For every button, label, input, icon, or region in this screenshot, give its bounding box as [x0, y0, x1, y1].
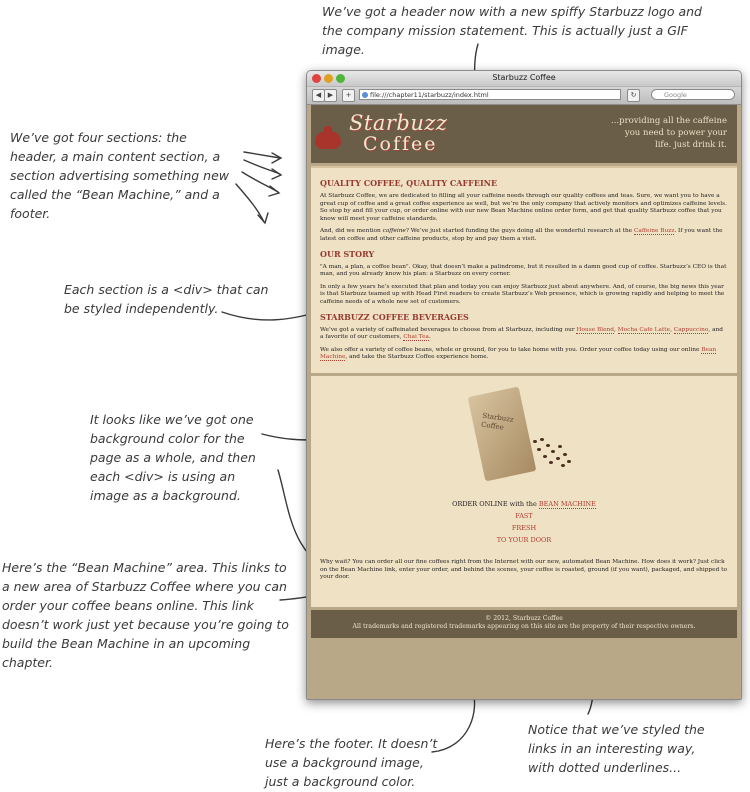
main-content-section: QUALITY COFFEE, QUALITY CAFFEINE At Star…	[311, 166, 737, 373]
reload-icon[interactable]: ↻	[627, 89, 640, 102]
forward-icon[interactable]: ▶	[324, 89, 337, 102]
fast-text: FAST	[515, 511, 533, 520]
search-placeholder: Google	[664, 91, 687, 99]
add-bookmark-icon[interactable]: +	[342, 89, 355, 102]
heading-beverages: STARBUZZ COFFEE BEVERAGES	[320, 311, 469, 322]
heading-story: OUR STORY	[320, 248, 375, 259]
coffee-bag-image: Starbuzz Coffee	[467, 386, 537, 482]
mission-line1: ...providing all the caffeine	[611, 116, 727, 126]
search-field[interactable]: Google	[651, 89, 735, 100]
bean-machine-order-link[interactable]: BEAN MACHINE	[538, 499, 596, 509]
mocha-link[interactable]: Mocha Cafe Latte	[617, 326, 671, 334]
paragraph-intro: At Starbuzz Coffee, we are dedicated to …	[320, 193, 727, 222]
browser-toolbar: ◀ ▶ + file:///chapter11/starbuzz/index.h…	[307, 87, 741, 105]
paragraph-story1: "A man, a plan, a coffee bean". Okay, th…	[320, 263, 727, 278]
window-title: Starbuzz Coffee	[492, 73, 556, 82]
coffee-bag-label: Starbuzz Coffee	[480, 411, 515, 432]
order-online-text: ORDER ONLINE with the BEAN MACHINE	[452, 499, 596, 509]
annotation-header: We’ve got a header now with a new spiffy…	[322, 4, 702, 57]
page-viewport: Starbuzz Coffee ...providing all the caf…	[307, 105, 741, 699]
paragraph-caffeine: And, did we mention caffeine? We’ve just…	[320, 228, 723, 242]
logo-line2: Coffee	[363, 133, 438, 155]
footer-section: © 2012, Starbuzz Coffee All trademarks a…	[311, 609, 737, 638]
house-blend-link[interactable]: House Blend	[576, 326, 614, 334]
address-bar[interactable]: file:///chapter11/starbuzz/index.html	[359, 89, 621, 100]
paragraph-beverages: We’ve got a variety of caffeinated bever…	[320, 326, 723, 342]
footer-copyright: © 2012, Starbuzz Coffee	[485, 614, 563, 622]
title-bar: Starbuzz Coffee	[307, 71, 741, 87]
paragraph-beans: We also offer a variety of coffee beans,…	[320, 346, 717, 362]
chai-tea-link[interactable]: Chai Tea	[403, 334, 429, 342]
annotation-bean-area: Here’s the “Bean Machine” area. This lin…	[2, 560, 289, 670]
footer-trademarks: All trademarks and registered trademarks…	[352, 623, 696, 631]
starbuzz-page: Starbuzz Coffee ...providing all the caf…	[311, 105, 737, 638]
paragraph-story2: In only a few years he’s executed that p…	[320, 283, 725, 305]
browser-window: Starbuzz Coffee ◀ ▶ + file:///chapter11/…	[306, 70, 742, 700]
annotation-links: Notice that we’ve styled the links in an…	[528, 722, 705, 775]
logo-line1: Starbuzz	[349, 111, 448, 135]
annotation-sections: We’ve got four sections: the header, a m…	[10, 130, 229, 221]
page-icon	[362, 92, 368, 98]
annotation-div: Each section is a <div> that can be styl…	[64, 282, 269, 316]
cappuccino-link[interactable]: Cappuccino	[673, 326, 709, 334]
heading-quality: QUALITY COFFEE, QUALITY CAFFEINE	[320, 178, 498, 188]
bean-machine-description: Why wait? You can order all our fine cof…	[320, 558, 727, 581]
coffee-beans-image	[531, 436, 571, 472]
coffee-pot-icon	[315, 126, 341, 149]
address-text: file:///chapter11/starbuzz/index.html	[370, 91, 489, 99]
mission-line2: you need to power your	[624, 128, 727, 138]
annotation-footer: Here’s the footer. It doesn’t use a back…	[265, 736, 438, 789]
annotation-background: It looks like we’ve got one background c…	[90, 412, 256, 503]
caffeine-buzz-link[interactable]: Caffeine Buzz	[633, 228, 675, 236]
mission-line3: life. just drink it.	[655, 140, 727, 150]
fresh-text: FRESH	[511, 523, 537, 532]
to-your-door-text: TO YOUR DOOR	[496, 535, 552, 544]
header-section: Starbuzz Coffee ...providing all the caf…	[311, 105, 737, 163]
mission-statement: ...providing all the caffeine you need t…	[577, 115, 727, 151]
bean-machine-section: Starbuzz Coffee ORDER ONLINE with the BEA…	[311, 375, 737, 607]
